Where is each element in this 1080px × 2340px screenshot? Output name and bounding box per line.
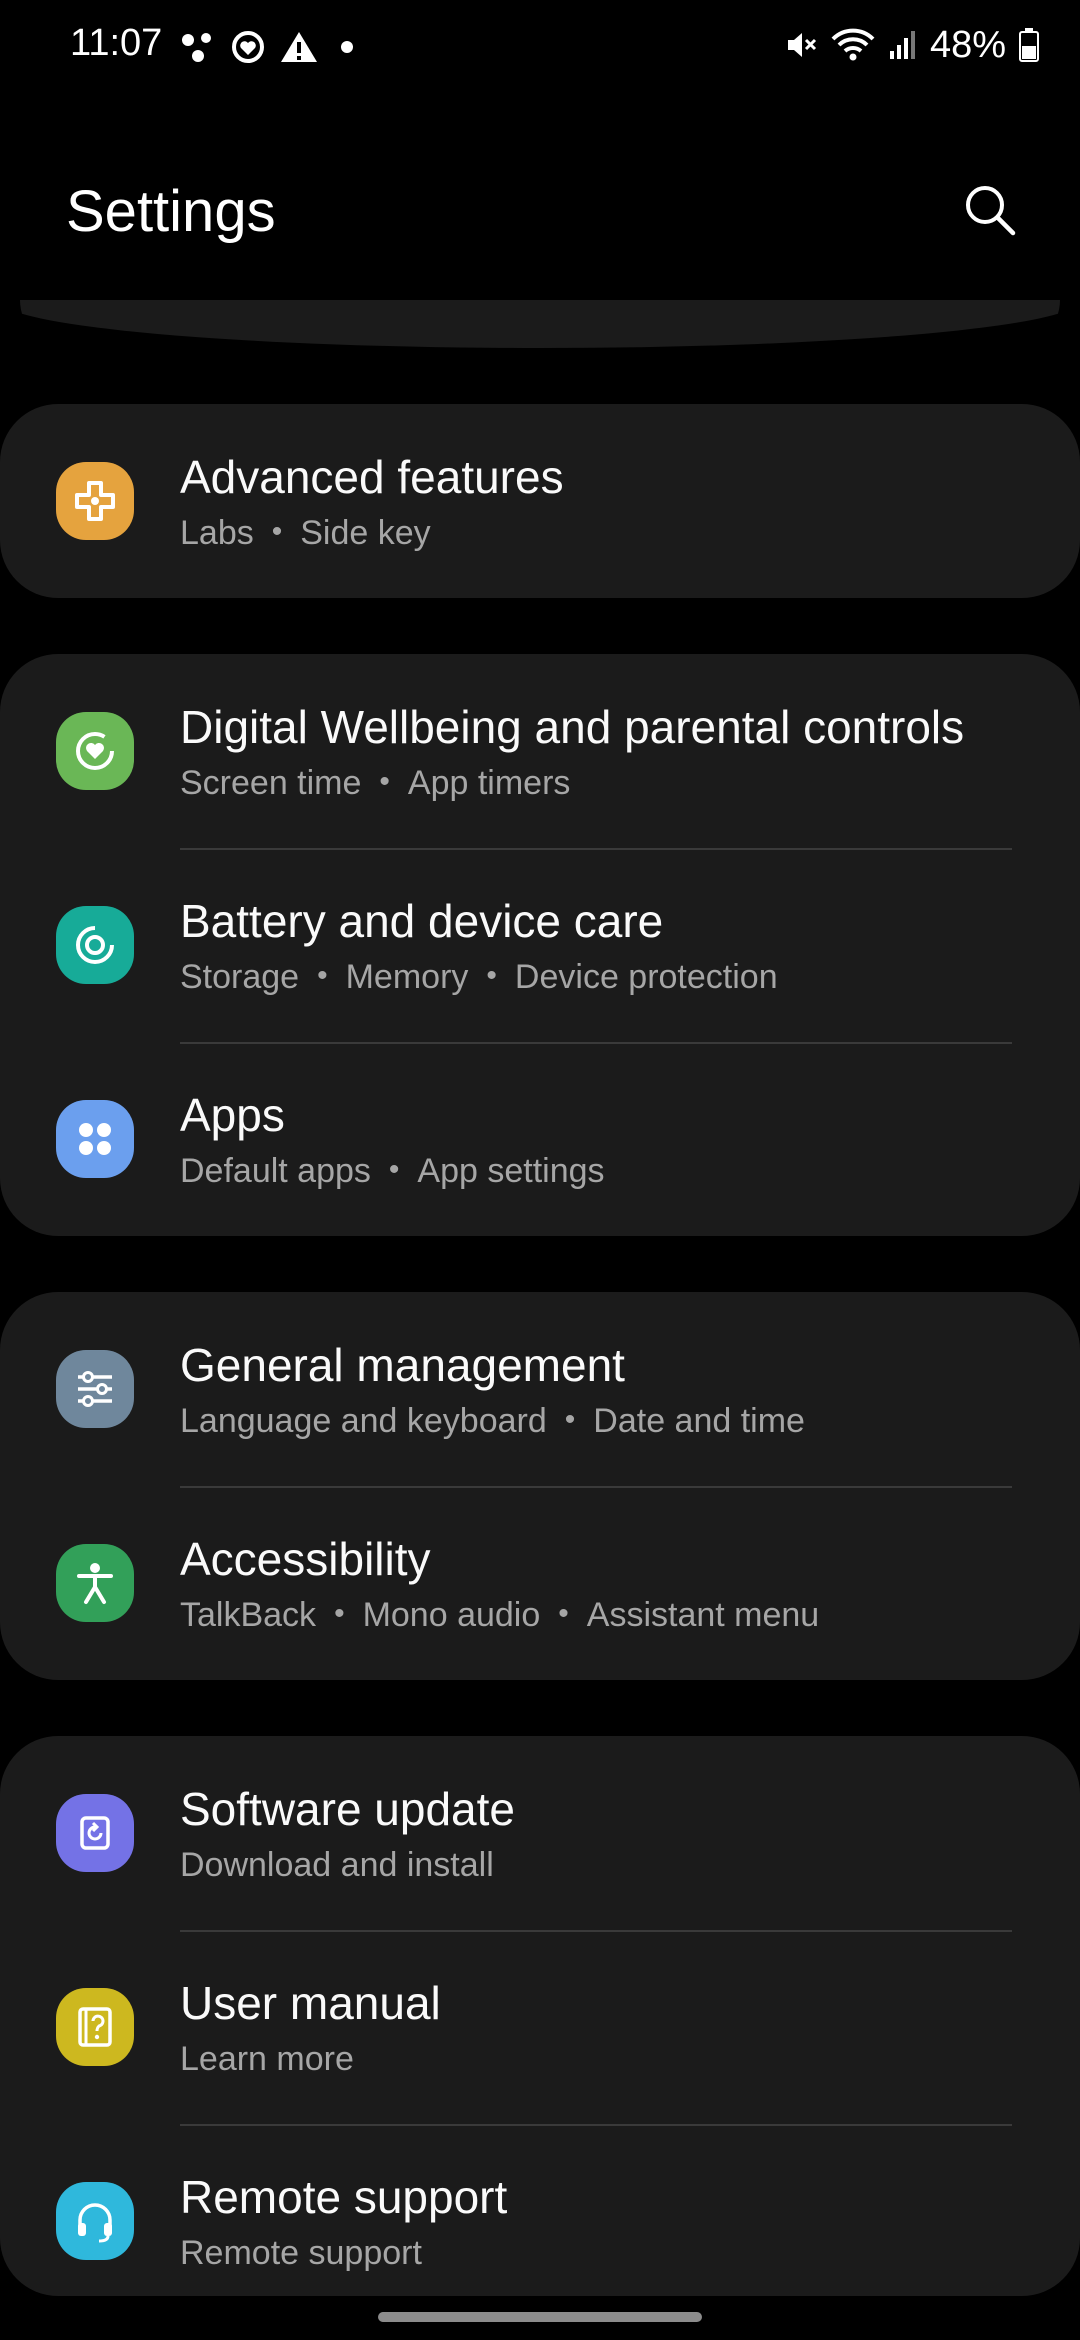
setting-title: Advanced features <box>180 451 564 503</box>
setting-apps[interactable]: Apps Default apps • App settings <box>0 1042 1080 1236</box>
signal-icon <box>889 31 915 59</box>
device-care-icon <box>56 906 134 984</box>
accessibility-person-icon <box>56 1544 134 1622</box>
status-bar: 11:07 48% <box>0 0 1080 96</box>
sliders-icon <box>56 1350 134 1428</box>
settings-card-advanced: Advanced features Labs • Side key <box>0 404 1080 598</box>
setting-subtitle: Labs • Side key <box>180 514 431 552</box>
puzzle-icon <box>56 462 134 540</box>
setting-subtitle: Download and install <box>180 1846 494 1884</box>
setting-advanced-features[interactable]: Advanced features Labs • Side key <box>0 404 1080 598</box>
settings-card-support: Software update Download and install Use… <box>0 1736 1080 2296</box>
setting-title: General management <box>180 1339 625 1391</box>
search-button[interactable] <box>956 176 1024 244</box>
setting-general-management[interactable]: General management Language and keyboard… <box>0 1292 1080 1486</box>
setting-title: User manual <box>180 1977 441 2029</box>
page-title: Settings <box>66 179 276 244</box>
battery-icon <box>1019 28 1039 62</box>
setting-subtitle: Remote support <box>180 2234 422 2272</box>
notification-dot-icon <box>341 41 353 53</box>
setting-remote-support[interactable]: Remote support Remote support <box>0 2124 1080 2318</box>
setting-user-manual[interactable]: User manual Learn more <box>0 1930 1080 2124</box>
setting-title: Battery and device care <box>180 895 664 947</box>
system-status: 48% <box>784 22 1040 68</box>
setting-battery-device-care[interactable]: Battery and device care Storage • Memory • D… <box>0 848 1080 1042</box>
setting-title: Software update <box>180 1783 516 1835</box>
battery-percent: 48% <box>929 23 1006 66</box>
wellbeing-status-icon <box>232 31 264 63</box>
settings-card-wellbeing: Digital Wellbeing and parental controls … <box>0 654 1080 1236</box>
search-icon <box>966 186 1016 236</box>
setting-subtitle: Storage • Memory • Device protection <box>180 958 778 996</box>
setting-subtitle: Language and keyboard • Date and time <box>180 1402 805 1440</box>
notification-icons <box>180 24 362 70</box>
manual-question-icon <box>56 1988 134 2066</box>
setting-title: Apps <box>180 1089 285 1141</box>
headset-icon <box>56 2182 134 2260</box>
wellbeing-heart-icon <box>56 712 134 790</box>
setting-subtitle: Learn more <box>180 2040 354 2078</box>
setting-title: Digital Wellbeing and parental controls <box>180 701 965 753</box>
setting-subtitle: Default apps • App settings <box>180 1152 605 1190</box>
setting-accessibility[interactable]: Accessibility TalkBack • Mono audio • Assist… <box>0 1486 1080 1680</box>
setting-software-update[interactable]: Software update Download and install <box>0 1736 1080 1930</box>
home-indicator[interactable] <box>378 2312 702 2322</box>
connection-dots-icon <box>182 33 211 62</box>
wifi-icon <box>831 28 875 61</box>
setting-subtitle: Screen time • App timers <box>180 764 571 802</box>
status-time: 11:07 <box>70 22 163 64</box>
setting-subtitle: TalkBack • Mono audio • Assistant menu <box>180 1596 820 1634</box>
settings-card-general: General management Language and keyboard… <box>0 1292 1080 1680</box>
apps-grid-icon <box>56 1100 134 1178</box>
setting-title: Accessibility <box>180 1533 431 1585</box>
mute-icon <box>787 33 816 57</box>
setting-title: Remote support <box>180 2171 508 2223</box>
previous-card-partial <box>20 300 1060 348</box>
setting-digital-wellbeing[interactable]: Digital Wellbeing and parental controls … <box>0 654 1080 848</box>
update-icon <box>56 1794 134 1872</box>
warning-icon <box>281 32 317 62</box>
